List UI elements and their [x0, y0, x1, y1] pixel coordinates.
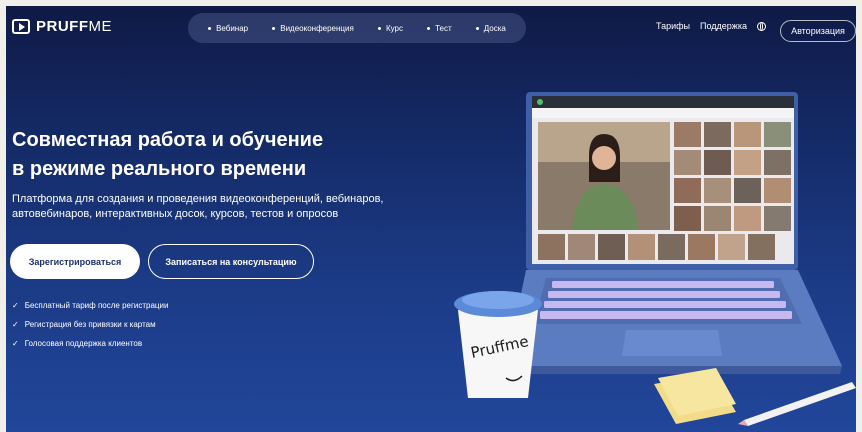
participant-tile	[764, 206, 791, 231]
participant-tile	[764, 178, 791, 203]
participant-tile	[674, 206, 701, 231]
trackpad	[622, 330, 722, 356]
app-logo-icon	[537, 99, 543, 105]
laptop-illustration: Pruffme	[454, 92, 856, 426]
key-row	[540, 311, 792, 319]
participant-tile	[704, 178, 731, 203]
participant-tile	[658, 234, 685, 260]
participant-tile	[734, 178, 761, 203]
participant-tile	[734, 206, 761, 231]
participant-tile	[704, 150, 731, 175]
participant-tile	[734, 122, 761, 147]
participant-tile	[704, 122, 731, 147]
key-row	[548, 291, 780, 298]
participant-tile	[718, 234, 745, 260]
participant-tile	[764, 150, 791, 175]
participant-tile	[628, 234, 655, 260]
participant-tile	[704, 206, 731, 231]
participant-tile	[538, 234, 565, 260]
participant-tile	[764, 122, 791, 147]
participant-tile	[688, 234, 715, 260]
key-row	[544, 301, 786, 308]
key-row	[552, 281, 774, 288]
participant-tile	[598, 234, 625, 260]
participant-tile	[748, 234, 775, 260]
participant-tile	[734, 150, 761, 175]
app-topbar	[532, 96, 794, 108]
pencil	[744, 382, 856, 426]
speaker-face-front	[592, 146, 616, 170]
cup-lid-top	[462, 291, 534, 309]
participant-tile	[674, 150, 701, 175]
landing-page: PRUFFME Вебинар Видеоконференция Курс Те…	[6, 6, 856, 432]
app-toolbar	[532, 108, 794, 118]
participant-tile	[674, 122, 701, 147]
participant-tile	[568, 234, 595, 260]
laptop-edge	[506, 366, 842, 374]
participant-tile	[674, 178, 701, 203]
